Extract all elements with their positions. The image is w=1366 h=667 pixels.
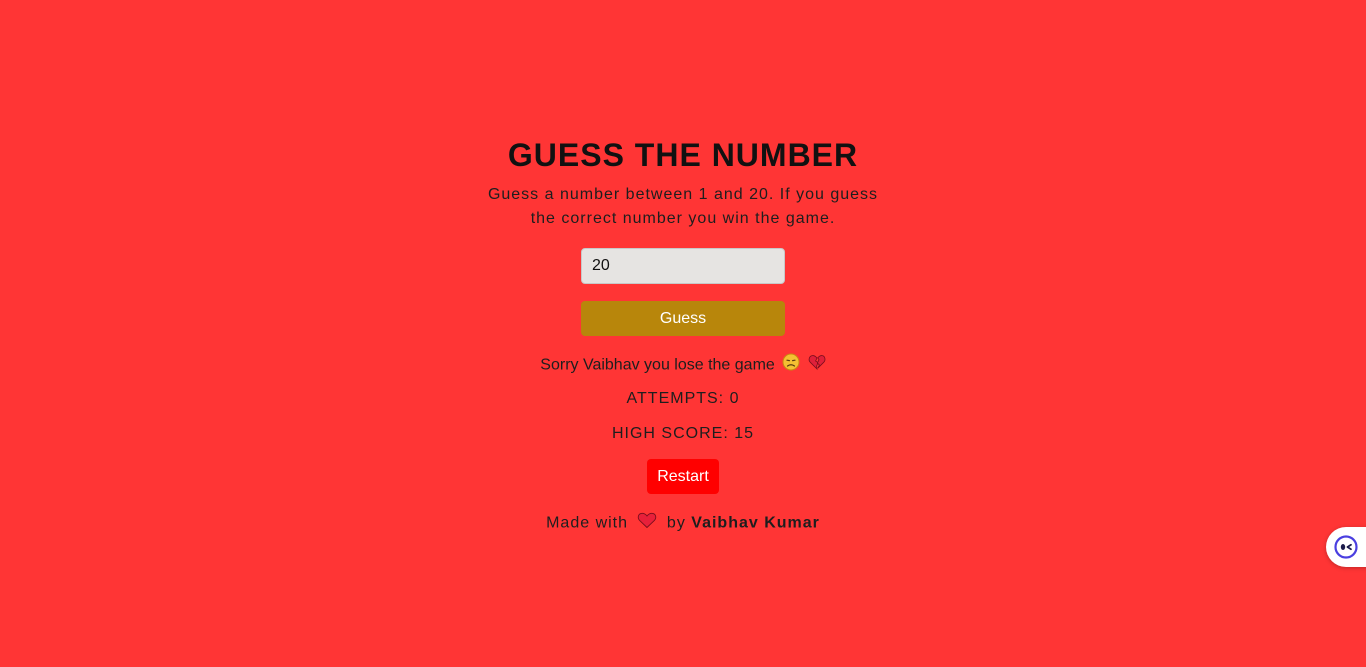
footer-by: by xyxy=(666,514,686,532)
guess-input[interactable] xyxy=(581,248,785,284)
footer-credit: Made with by Vaibhav Kumar xyxy=(0,511,1366,536)
high-score: HIGH SCORE: 15 xyxy=(611,425,755,442)
page-title: GUESS THE NUMBER xyxy=(507,137,859,173)
result-message-text: Sorry Vaibhav you lose the game xyxy=(540,356,775,374)
assistant-widget-button[interactable] xyxy=(1326,527,1366,567)
attempts-counter: ATTEMPTS: 0 xyxy=(626,390,740,407)
disappointed-face-icon xyxy=(782,353,800,378)
result-message: Sorry Vaibhav you lose the game xyxy=(0,353,1366,378)
broken-heart-icon xyxy=(808,353,826,378)
heart-icon xyxy=(637,511,657,536)
restart-button[interactable]: Restart xyxy=(647,459,719,494)
game-description: Guess a number between 1 and 20. If you … xyxy=(487,186,879,227)
assistant-face-icon xyxy=(1334,535,1358,559)
guess-button[interactable]: Guess xyxy=(581,301,785,336)
footer-author: Vaibhav Kumar xyxy=(691,514,820,532)
footer-made-with: Made with xyxy=(546,514,629,532)
